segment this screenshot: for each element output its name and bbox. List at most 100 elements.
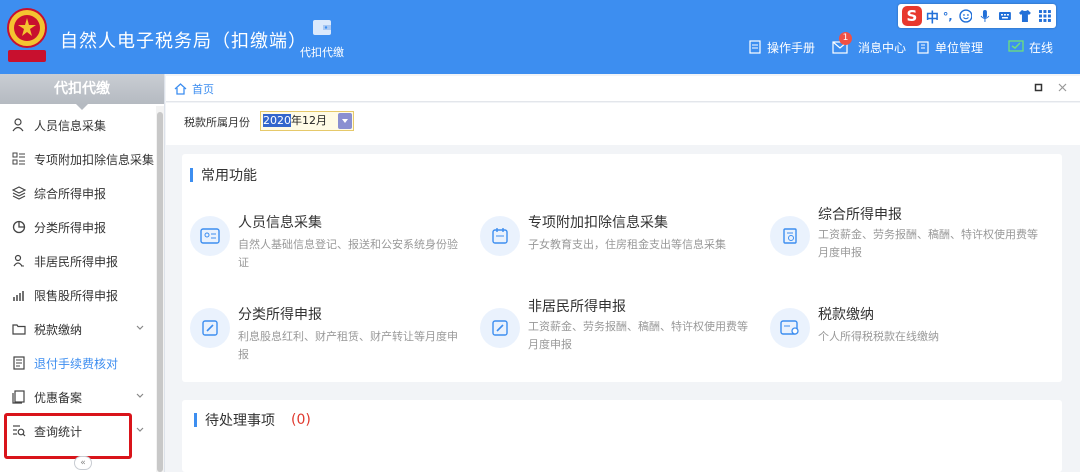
pie-icon xyxy=(12,220,26,234)
app-title: 自然人电子税务局（扣缴端） xyxy=(60,31,307,52)
card-title: 非居民所得申报 xyxy=(528,299,626,315)
payment-card-icon xyxy=(770,308,810,348)
sogou-logo-icon: S xyxy=(902,6,922,26)
sidebar-item-special-deduction[interactable]: 专项附加扣除信息采集 xyxy=(0,142,156,176)
home-icon xyxy=(174,82,187,95)
card-desc: 工资薪金、劳务报酬、稿酬、特许权使用费等月度申报 xyxy=(818,228,1038,259)
tax-month-label: 税款所属月份 xyxy=(184,116,250,129)
pending-title: 待处理事项 (0) xyxy=(194,410,311,430)
card-classified-income[interactable]: 分类所得申报 利息股息红利、财产租赁、财产转让等月度申报 xyxy=(182,286,468,370)
sidebar-item-label: 综合所得申报 xyxy=(34,186,107,201)
grid-menu-icon[interactable] xyxy=(1038,9,1052,23)
chevron-down-icon xyxy=(136,427,144,432)
card-title: 分类所得申报 xyxy=(238,307,322,323)
filter-toolbar: 税款所属月份 2020年12月 xyxy=(166,103,1080,145)
person-icon xyxy=(12,118,24,132)
sidebar-item-label: 专项附加扣除信息采集 xyxy=(34,152,155,167)
sidebar-item-label: 税款缴纳 xyxy=(34,322,83,337)
card-title: 税款缴纳 xyxy=(818,307,874,323)
tax-month-month: 年12月 xyxy=(291,114,327,127)
card-title: 人员信息采集 xyxy=(238,215,322,231)
user-icon xyxy=(13,254,24,267)
maximize-icon[interactable] xyxy=(1034,83,1043,92)
card-title: 综合所得申报 xyxy=(818,207,902,223)
breadcrumb: 首页 xyxy=(166,76,1080,102)
tax-month-year: 2020 xyxy=(263,114,291,127)
sidebar-item-personnel-info[interactable]: 人员信息采集 xyxy=(0,108,156,142)
dropdown-arrow-icon[interactable] xyxy=(338,113,352,129)
sidebar-item-restricted-stock[interactable]: 限售股所得申报 xyxy=(0,278,156,312)
sidebar-menu: 人员信息采集 专项附加扣除信息采集 综合所得申报 分类所得申报 非居民所得申报 … xyxy=(0,108,156,448)
list-icon xyxy=(12,152,25,165)
unit-management-button[interactable]: 单位管理 xyxy=(916,38,983,56)
sidebar-item-label: 分类所得申报 xyxy=(34,220,107,235)
sidebar-item-label: 限售股所得申报 xyxy=(34,288,119,303)
card-tax-payment[interactable]: 税款缴纳 个人所得税税款在线缴纳 xyxy=(762,286,1048,370)
tax-month-picker[interactable]: 2020年12月 xyxy=(260,111,354,131)
message-center-button[interactable]: 1 消息中心 xyxy=(832,31,907,56)
edit-icon xyxy=(190,308,230,348)
doc2-icon xyxy=(12,390,25,404)
sidebar-item-label: 优惠备案 xyxy=(34,390,83,405)
microphone-icon[interactable] xyxy=(978,9,992,23)
card-comprehensive-income[interactable]: 综合所得申报 工资薪金、劳务报酬、稿酬、特许权使用费等月度申报 xyxy=(762,194,1048,278)
online-label: 在线 xyxy=(1029,40,1054,55)
unit-management-label: 单位管理 xyxy=(935,40,984,55)
common-functions-title: 常用功能 xyxy=(190,165,257,185)
manual-icon xyxy=(749,40,761,54)
chevron-down-icon xyxy=(136,325,144,330)
message-badge: 1 xyxy=(839,31,852,45)
online-icon xyxy=(1008,40,1024,52)
sidebar-item-label: 退付手续费核对 xyxy=(34,356,119,371)
tax-emblem-icon xyxy=(7,8,47,62)
card-desc: 子女教育支出，住房租金支出等信息采集 xyxy=(528,238,726,251)
ime-mode[interactable]: 中 xyxy=(926,7,939,26)
sidebar-item-preferential-filing[interactable]: 优惠备案 xyxy=(0,380,156,414)
skin-shirt-icon[interactable] xyxy=(1018,9,1032,23)
sidebar-item-label: 非居民所得申报 xyxy=(34,254,119,269)
online-status[interactable]: 在线 xyxy=(1008,38,1053,56)
breadcrumb-home[interactable]: 首页 xyxy=(192,81,214,97)
pending-count: (0) xyxy=(291,412,311,428)
sidebar-item-nonresident-income[interactable]: 非居民所得申报 xyxy=(0,244,156,278)
card-personnel-info[interactable]: 人员信息采集 自然人基础信息登记、报送和公安系统身份验证 xyxy=(182,194,468,278)
card-special-deduction[interactable]: 专项附加扣除信息采集 子女教育支出，住房租金支出等信息采集 xyxy=(472,194,758,278)
sidebar-item-refund-fee-check[interactable]: 退付手续费核对 xyxy=(0,346,156,380)
sidebar-item-label: 人员信息采集 xyxy=(34,118,107,133)
sidebar-item-tax-payment[interactable]: 税款缴纳 xyxy=(0,312,156,346)
doc-icon xyxy=(13,356,25,370)
id-card-icon xyxy=(190,216,230,256)
manual-label: 操作手册 xyxy=(767,40,816,55)
ime-toolbar[interactable]: S 中 °, xyxy=(898,4,1056,28)
sidebar-item-classified-income[interactable]: 分类所得申报 xyxy=(0,210,156,244)
sidebar: 代扣代缴 人员信息采集 专项附加扣除信息采集 综合所得申报 分类所得申报 非居民… xyxy=(0,74,165,472)
ime-punctuation[interactable]: °, xyxy=(943,10,953,23)
keyboard-icon[interactable] xyxy=(998,9,1012,23)
message-center-label: 消息中心 xyxy=(858,40,907,55)
sidebar-collapse-button[interactable]: « xyxy=(74,456,92,470)
close-icon[interactable] xyxy=(1058,83,1067,92)
card-nonresident-income[interactable]: 非居民所得申报 工资薪金、劳务报酬、稿酬、特许权使用费等月度申报 xyxy=(472,286,758,370)
card-desc: 工资薪金、劳务报酬、稿酬、特许权使用费等月度申报 xyxy=(528,320,748,351)
chevron-down-icon xyxy=(136,393,144,398)
card-desc: 自然人基础信息登记、报送和公安系统身份验证 xyxy=(238,238,458,269)
chart-icon xyxy=(13,291,24,301)
folder-icon xyxy=(12,324,26,335)
card-title: 专项附加扣除信息采集 xyxy=(528,215,668,231)
sidebar-item-comprehensive-income[interactable]: 综合所得申报 xyxy=(0,176,156,210)
report-icon xyxy=(770,216,810,256)
module-label: 代扣代缴 xyxy=(300,46,344,59)
sidebar-scrollbar-thumb[interactable] xyxy=(157,112,163,472)
edit-icon xyxy=(480,308,520,348)
highlight-box xyxy=(4,413,132,459)
pending-panel: 待处理事项 (0) xyxy=(182,400,1062,472)
layers-icon xyxy=(12,186,26,200)
emoji-icon[interactable] xyxy=(958,9,973,23)
calendar-icon xyxy=(480,216,520,256)
module-withholding-button[interactable]: 代扣代缴 xyxy=(290,16,354,68)
wallet-icon xyxy=(313,20,331,35)
card-desc: 利息股息红利、财产租赁、财产转让等月度申报 xyxy=(238,330,458,361)
sidebar-title: 代扣代缴 xyxy=(0,74,164,110)
manual-button[interactable]: 操作手册 xyxy=(748,38,815,56)
pending-title-text: 待处理事项 xyxy=(205,413,275,429)
